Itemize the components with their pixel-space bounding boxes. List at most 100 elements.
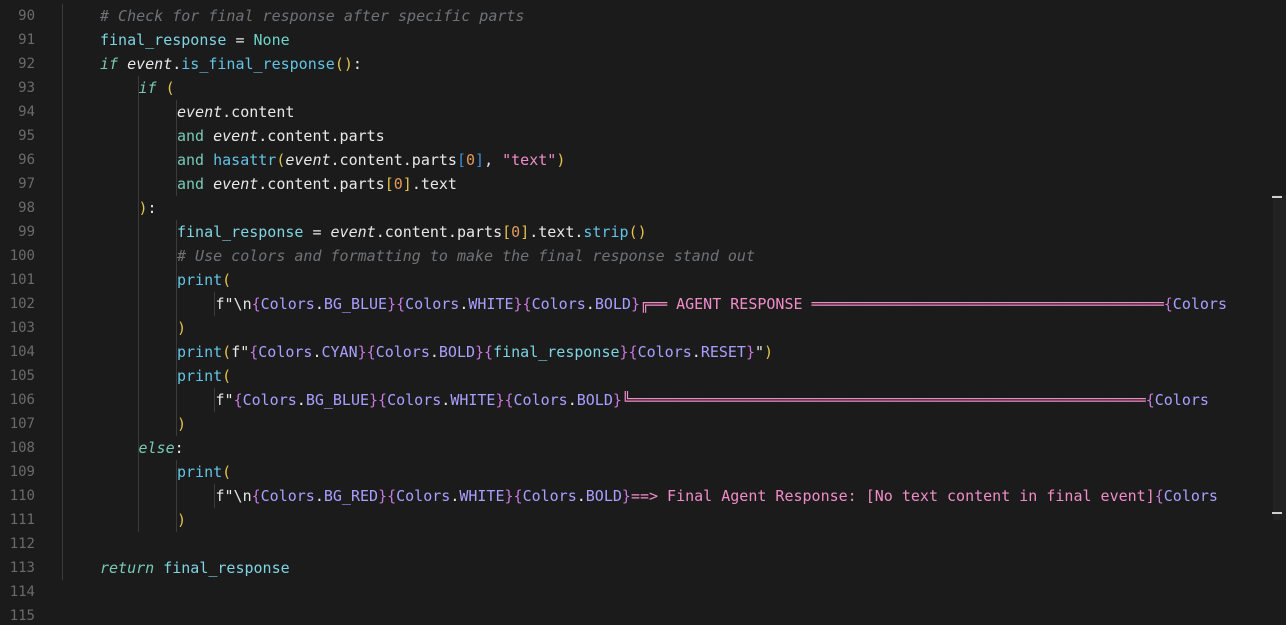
code-line[interactable]: 91 final_response = None	[0, 28, 1286, 52]
code-token: RESET	[700, 343, 746, 361]
line-number: 100	[9, 248, 35, 264]
code-line[interactable]: 93 if (	[0, 76, 1286, 100]
line-number: 93	[18, 80, 35, 96]
code-line[interactable]: 106 f"{Colors.BG_BLUE}{Colors.WHITE}{Colo…	[0, 388, 1286, 412]
line-number: 103	[9, 320, 35, 336]
code-token: )	[556, 151, 566, 169]
scrollbar-track[interactable]	[1273, 195, 1286, 520]
code-token: :	[352, 55, 362, 73]
code-token: .content.parts	[258, 175, 385, 193]
code-line[interactable]: 102 f"\n{Colors.BG_BLUE}{Colors.WHITE}{Co…	[0, 292, 1286, 316]
code-token: .	[314, 295, 324, 313]
code-token: ()	[628, 223, 647, 241]
code-line[interactable]: 103)	[0, 316, 1286, 340]
code-token: final_response	[163, 559, 290, 577]
indent-guide	[214, 484, 215, 508]
code-token: "text"	[502, 151, 557, 169]
indent-guide	[176, 220, 177, 436]
code-line[interactable]: 96 and hasattr(event.content.parts[0], "t…	[0, 148, 1286, 172]
code-line[interactable]: 111)	[0, 508, 1286, 532]
code-token: BOLD	[576, 391, 613, 409]
code-token: Colors	[637, 343, 692, 361]
code-token: }{	[495, 391, 514, 409]
code-line[interactable]: 95 and event.content.parts	[0, 124, 1286, 148]
code-token: is_final_response	[181, 55, 335, 73]
code-token: =	[226, 31, 254, 49]
code-token: BG_BLUE	[305, 391, 370, 409]
line-number: 90	[18, 8, 35, 24]
code-line[interactable]: 109 print(	[0, 460, 1286, 484]
code-text: print(	[177, 364, 231, 388]
code-token: event	[330, 223, 376, 241]
code-token: ╔══ AGENT RESPONSE ═════════════════════…	[639, 295, 1164, 313]
code-token: (	[222, 271, 232, 289]
code-line[interactable]: 115	[0, 604, 1286, 625]
code-token: Colors	[260, 487, 315, 505]
code-token: .	[585, 295, 595, 313]
code-text: print(f"{Colors.CYAN}{Colors.BOLD}{final…	[177, 340, 773, 364]
code-line[interactable]: 107)	[0, 412, 1286, 436]
indent-guide	[214, 388, 215, 412]
code-line[interactable]: 100 # Use colors and formatting to make t…	[0, 244, 1286, 268]
code-line[interactable]: 94 event.content	[0, 100, 1286, 124]
code-line[interactable]: 114	[0, 580, 1286, 604]
code-text: and event.content.parts	[177, 124, 385, 148]
code-token: )	[764, 343, 774, 361]
code-text: print(	[177, 268, 231, 292]
code-text: and hasattr(event.content.parts[0], "tex…	[177, 148, 565, 172]
code-text: ):	[139, 196, 157, 220]
code-token: [	[456, 151, 466, 169]
indent-guide	[176, 460, 177, 532]
code-editor[interactable]: 90 # Check for final response after speci…	[0, 0, 1286, 625]
code-token: None	[253, 31, 290, 49]
code-token: .text.	[529, 223, 584, 241]
line-number: 105	[9, 368, 35, 384]
code-token: =	[303, 223, 331, 241]
code-line[interactable]: 92 if event.is_final_response():	[0, 52, 1286, 76]
code-line[interactable]: 101 print(	[0, 268, 1286, 292]
code-token: print	[177, 367, 223, 385]
code-text: f"\n{Colors.BG_RED}{Colors.WHITE}{Colors…	[216, 484, 1218, 508]
code-line[interactable]: 110 f"\n{Colors.BG_RED}{Colors.WHITE}{Col…	[0, 484, 1286, 508]
code-token: [	[502, 223, 512, 241]
code-token: }{	[378, 487, 397, 505]
line-number: 101	[9, 272, 35, 288]
code-token: f"	[231, 343, 250, 361]
code-token: and	[177, 127, 205, 145]
code-line[interactable]: 98):	[0, 196, 1286, 220]
code-token: f"\n	[215, 295, 252, 313]
scrollbar-marker	[1272, 196, 1282, 198]
code-token: Colors	[260, 295, 315, 313]
code-token: .	[296, 391, 306, 409]
code-line[interactable]: 105 print(	[0, 364, 1286, 388]
code-token: BOLD	[585, 487, 622, 505]
code-token: if	[100, 55, 119, 73]
code-line[interactable]: 104 print(f"{Colors.CYAN}{Colors.BOLD}{fi…	[0, 340, 1286, 364]
code-text: else:	[139, 436, 184, 460]
code-text: f"\n{Colors.BG_BLUE}{Colors.WHITE}{Color…	[216, 292, 1227, 316]
code-token: {	[1163, 295, 1173, 313]
line-number: 92	[18, 56, 35, 72]
code-token: [	[384, 175, 394, 193]
code-token: {	[1154, 487, 1164, 505]
code-line[interactable]: 113 return final_response	[0, 556, 1286, 580]
code-token: .	[314, 487, 324, 505]
code-line[interactable]: 97 and event.content.parts[0].text	[0, 172, 1286, 196]
line-number: 109	[9, 464, 35, 480]
code-line[interactable]: 112	[0, 532, 1286, 556]
line-number: 107	[9, 416, 35, 432]
code-text: )	[177, 508, 186, 532]
code-token: event	[213, 175, 259, 193]
code-token: BG_BLUE	[323, 295, 388, 313]
code-token: return	[100, 559, 155, 577]
code-line[interactable]: 90 # Check for final response after speci…	[0, 4, 1286, 28]
code-token: ,	[484, 151, 503, 169]
code-token: .	[567, 391, 577, 409]
code-token: .content.parts	[375, 223, 503, 241]
code-token: ]	[520, 223, 530, 241]
code-line[interactable]: 108 else:	[0, 436, 1286, 460]
code-token: "	[755, 343, 765, 361]
code-line[interactable]: 99 final_response = event.content.parts[0…	[0, 220, 1286, 244]
